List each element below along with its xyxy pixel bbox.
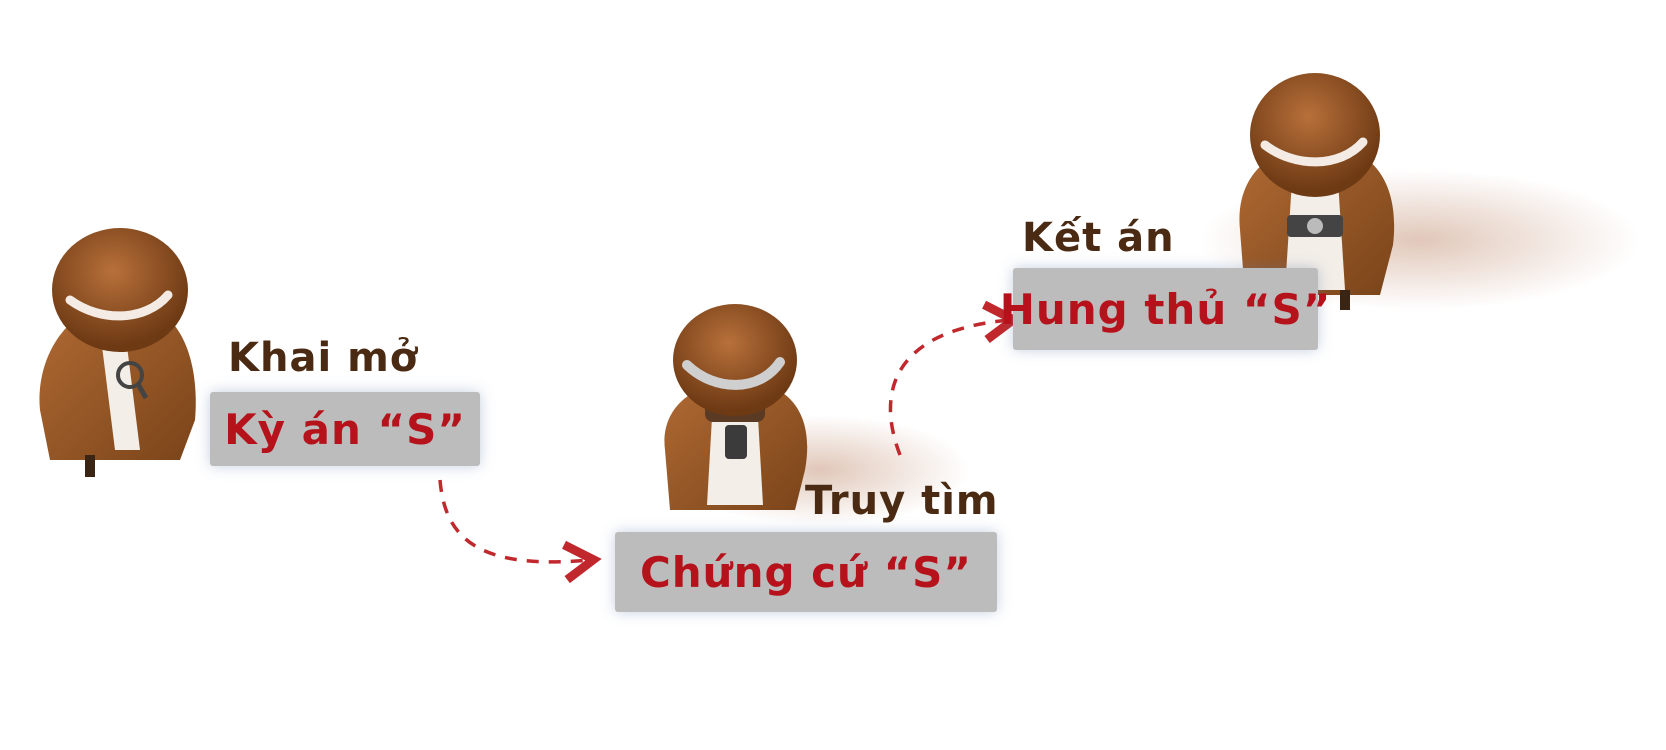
step-3-plate-label: Hung thủ “S”	[999, 284, 1332, 334]
step-1-plate: Kỳ án “S”	[210, 392, 480, 466]
dashed-arrow-icon	[888, 300, 1022, 456]
dashed-arrow-icon	[438, 479, 602, 584]
step-1-caption: Khai mở	[228, 335, 419, 381]
step-3-caption: Kết án	[1022, 215, 1175, 261]
step-2-caption: Truy tìm	[805, 478, 999, 524]
step-2-plate-label: Chứng cứ “S”	[639, 547, 973, 597]
step-1-plate-label: Kỳ án “S”	[224, 404, 466, 454]
step-3-plate: Hung thủ “S”	[1000, 268, 1330, 350]
step-2-plate: Chứng cứ “S”	[615, 532, 997, 612]
diagram-stage: Khai mở Kỳ án “S” Truy tìm Chứng cứ “S” …	[0, 0, 1666, 750]
